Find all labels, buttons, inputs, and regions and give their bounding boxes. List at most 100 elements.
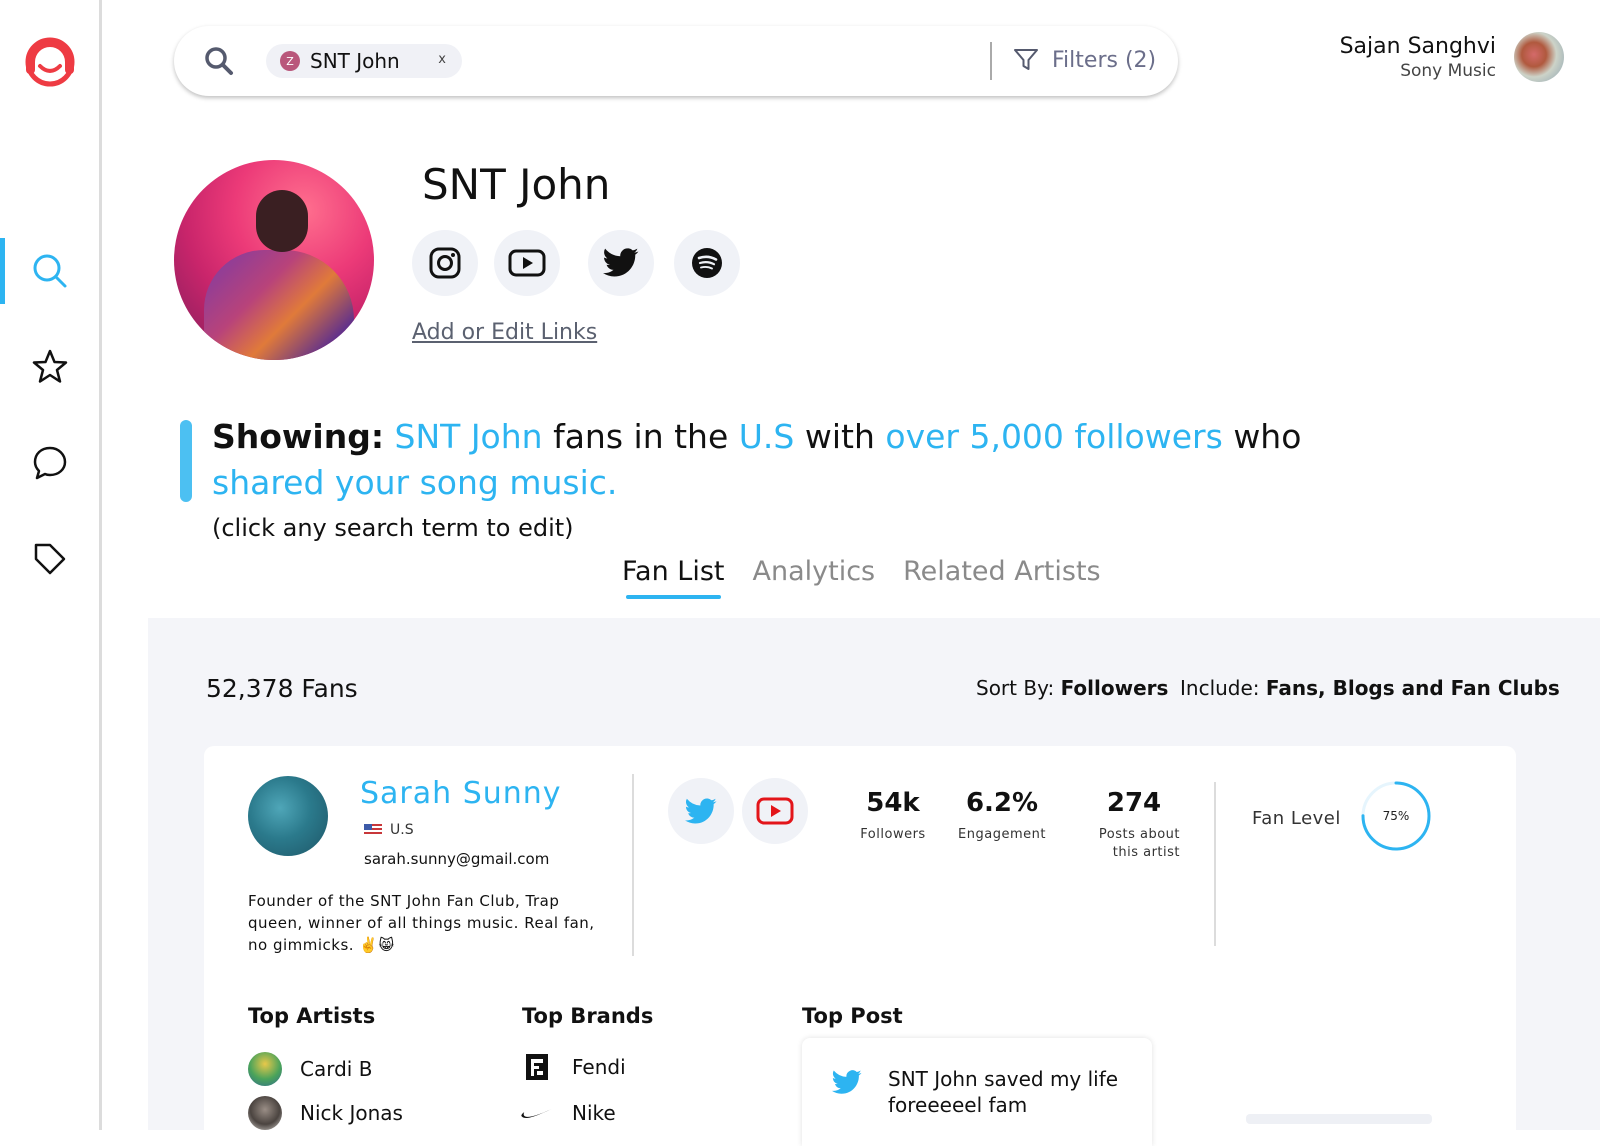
artist-photo — [174, 160, 374, 360]
top-post-title: Top Post — [802, 1004, 903, 1028]
twitter-link[interactable] — [588, 230, 654, 296]
stat-label: Engagement — [958, 827, 1046, 842]
edit-links-link[interactable]: Add or Edit Links — [412, 320, 597, 345]
stat-value: 6.2% — [965, 788, 1039, 818]
chip-label: SNT John — [310, 49, 400, 73]
placeholder-bar — [1246, 1114, 1432, 1124]
top-artists-title: Top Artists — [248, 1004, 376, 1028]
term-action[interactable]: shared your song music. — [212, 463, 617, 502]
stat-engagement: 6.2% Engagement — [952, 788, 1052, 844]
sidebar-item-tags[interactable] — [0, 526, 99, 592]
sidebar-item-favorites[interactable] — [0, 334, 99, 400]
stat-value: 54k — [866, 788, 920, 818]
tag-icon — [34, 543, 65, 575]
include-value: Fans, Blogs and Fan Clubs — [1265, 676, 1560, 700]
divider — [632, 774, 634, 956]
search-bar[interactable]: Z SNT John x Filters (2) — [174, 26, 1178, 96]
user-org: Sony Music — [1400, 60, 1496, 81]
spotify-link[interactable] — [674, 230, 740, 296]
include-label: Include: — [1180, 676, 1260, 700]
fan-twitter-link[interactable] — [668, 778, 734, 844]
stat-label: Followers — [860, 827, 926, 842]
filter-icon — [1014, 49, 1038, 70]
chip-close-button[interactable]: x — [438, 52, 446, 67]
summary-text: with — [804, 417, 875, 456]
youtube-icon — [508, 249, 546, 277]
fendi-logo-icon — [520, 1050, 554, 1084]
avatar[interactable] — [1514, 32, 1564, 82]
filters-button[interactable]: Filters (2) — [1012, 46, 1156, 74]
fan-youtube-link[interactable] — [742, 778, 808, 844]
chat-bubble-icon — [33, 446, 66, 480]
sidebar-item-search[interactable] — [0, 238, 99, 304]
avatar — [248, 1096, 282, 1130]
fan-level-gauge: 75% — [1360, 780, 1432, 852]
twitter-icon — [603, 248, 639, 277]
user-profile[interactable]: Sajan Sanghvi Sony Music — [1340, 32, 1564, 82]
user-name: Sajan Sanghvi — [1339, 33, 1496, 59]
spotify-icon — [692, 248, 722, 278]
top-brands-title: Top Brands — [522, 1004, 654, 1028]
artist-name: Nick Jonas — [300, 1101, 403, 1125]
instagram-icon — [429, 247, 461, 279]
avatar[interactable] — [248, 776, 328, 856]
sort-label: Sort By: — [976, 676, 1055, 700]
fan-list-panel: 52,378 Fans Sort By: Followers Include: … — [148, 618, 1600, 1146]
divider — [1214, 782, 1216, 946]
include-dropdown[interactable]: Include: Fans, Blogs and Fan Clubs — [1180, 676, 1560, 700]
instagram-link[interactable] — [412, 230, 478, 296]
search-chip[interactable]: Z SNT John x — [266, 44, 462, 78]
list-item[interactable]: Fendi — [520, 1050, 626, 1084]
search-divider — [990, 42, 992, 80]
filters-label: Filters (2) — [1052, 47, 1157, 73]
us-flag-icon — [364, 824, 382, 836]
sidebar — [0, 0, 102, 1130]
avatar — [248, 1052, 282, 1086]
tab-analytics[interactable]: Analytics — [753, 556, 876, 599]
chip-avatar: Z — [280, 51, 300, 71]
term-followers[interactable]: over 5,000 followers — [885, 417, 1222, 456]
star-icon — [32, 349, 67, 383]
summary-text: fans in the — [553, 417, 729, 456]
brand-name: Fendi — [572, 1055, 626, 1079]
tab-related-artists[interactable]: Related Artists — [903, 556, 1101, 599]
stat-label: Posts about this artist — [1098, 827, 1180, 860]
search-icon[interactable] — [204, 46, 234, 76]
fan-level-value: 75% — [1383, 809, 1410, 823]
sidebar-item-messages[interactable] — [0, 430, 99, 496]
list-item[interactable]: Nick Jonas — [248, 1096, 403, 1130]
summary-text: who — [1233, 417, 1302, 456]
brand-name: Nike — [572, 1101, 616, 1125]
stat-posts: 274 Posts about this artist — [1070, 788, 1180, 862]
sort-value: Followers — [1060, 676, 1169, 700]
list-item[interactable]: Nike — [520, 1096, 616, 1130]
list-item[interactable]: Cardi B — [248, 1052, 372, 1086]
headphones-logo-icon[interactable] — [22, 32, 78, 88]
stat-followers: 54k Followers — [848, 788, 938, 844]
fan-card: Sarah Sunny U.S sarah.sunny@gmail.com Fo… — [204, 746, 1516, 1146]
fan-location: U.S — [364, 822, 414, 838]
term-artist[interactable]: SNT John — [395, 417, 543, 456]
artist-name: Cardi B — [300, 1057, 373, 1081]
fan-level-label: Fan Level — [1252, 808, 1341, 829]
fan-name-link[interactable]: Sarah Sunny — [360, 776, 562, 811]
sort-dropdown[interactable]: Sort By: Followers — [976, 676, 1168, 700]
showing-lead: Showing: — [212, 417, 385, 456]
fan-count: 52,378 Fans — [206, 674, 358, 703]
edit-hint: (click any search term to edit) — [212, 514, 574, 542]
fan-bio: Founder of the SNT John Fan Club, Trap q… — [248, 892, 595, 954]
tab-fan-list[interactable]: Fan List — [622, 556, 725, 599]
fan-email: sarah.sunny@gmail.com — [364, 850, 550, 868]
search-icon — [33, 254, 66, 288]
twitter-icon — [685, 797, 717, 823]
term-location[interactable]: U.S — [739, 417, 795, 456]
tab-bar: Fan List Analytics Related Artists — [622, 556, 1101, 599]
showing-accent-bar — [180, 420, 192, 502]
search-summary: Showing: SNT John fans in the U.S with o… — [212, 414, 1392, 506]
top-post-text: SNT John saved my life foreeeeel fam — [888, 1067, 1119, 1117]
youtube-icon — [756, 797, 794, 825]
twitter-icon — [832, 1070, 862, 1094]
fan-location-label: U.S — [390, 822, 414, 838]
page-title: SNT John — [422, 160, 611, 209]
youtube-link[interactable] — [494, 230, 560, 296]
